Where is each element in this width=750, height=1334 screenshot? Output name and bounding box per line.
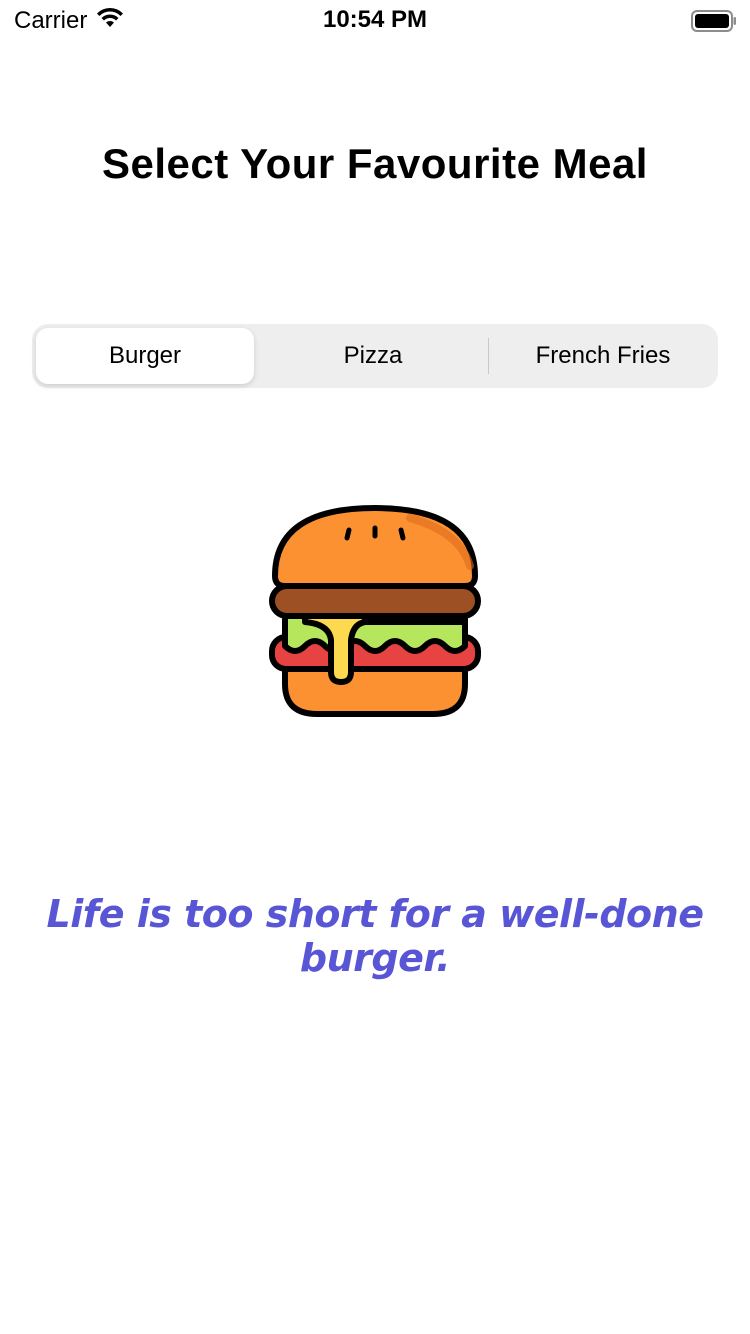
page-title: Select Your Favourite Meal: [102, 140, 648, 187]
burger-icon: [265, 500, 485, 720]
meal-segmented-control[interactable]: Burger Pizza French Fries: [32, 324, 718, 388]
clock: 10:54 PM: [322, 6, 428, 33]
segment-burger[interactable]: Burger: [36, 328, 254, 384]
status-bar: Carrier 10:54 PM: [0, 0, 750, 40]
battery-icon: [691, 10, 737, 37]
segment-french-fries[interactable]: French Fries: [492, 328, 714, 384]
segment-divider: [488, 338, 489, 374]
meal-quote: Life is too short for a well-done burger…: [46, 892, 704, 980]
segment-pizza[interactable]: Pizza: [262, 328, 484, 384]
